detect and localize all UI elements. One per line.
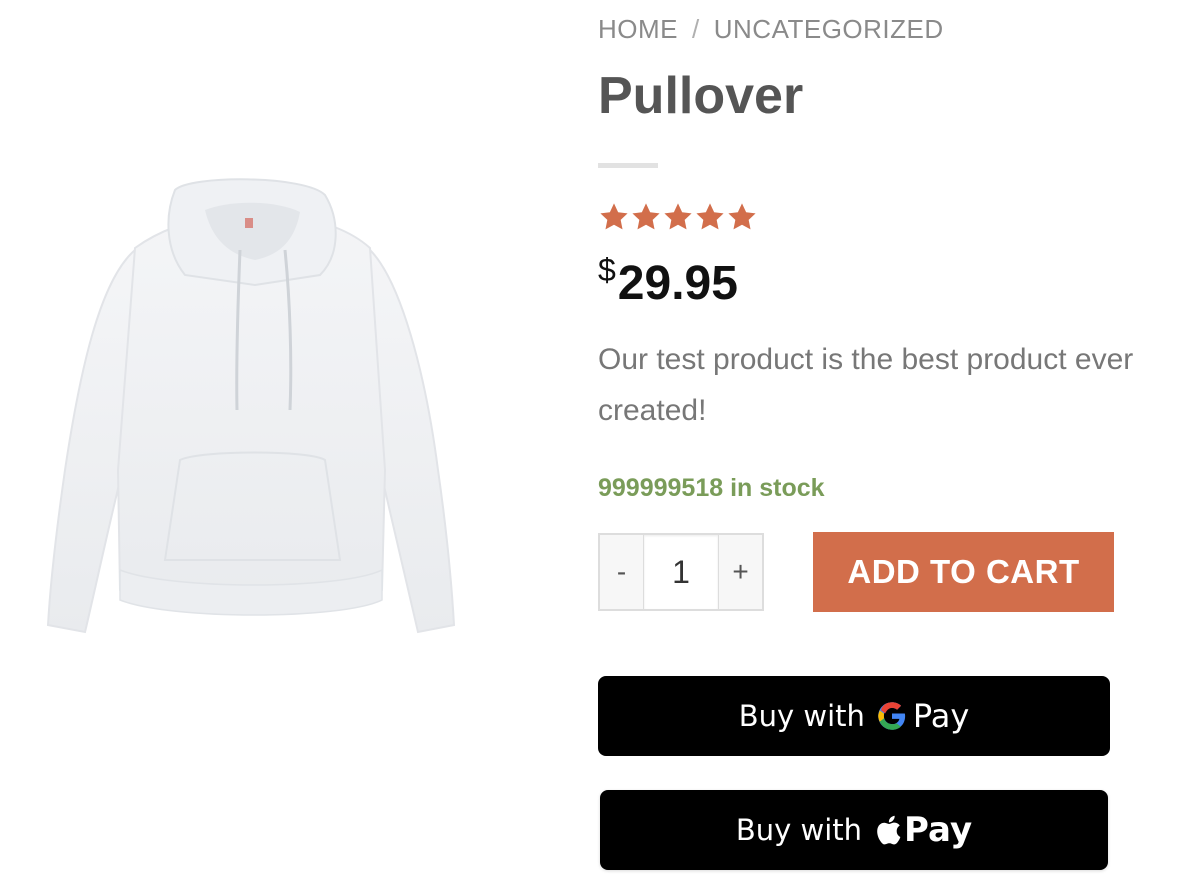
quantity-increase-button[interactable]: +	[718, 533, 764, 611]
star-icon	[632, 203, 660, 230]
quantity-input[interactable]	[644, 533, 718, 611]
apple-logo-icon	[877, 815, 901, 845]
google-pay-word: Pay	[912, 697, 970, 735]
price-amount: 29.95	[617, 257, 738, 310]
star-icon	[728, 203, 756, 230]
quantity-decrease-button[interactable]: -	[598, 533, 644, 611]
currency-symbol: $	[598, 252, 616, 288]
product-gallery	[0, 0, 560, 895]
star-icon	[696, 203, 724, 230]
google-pay-brand: Pay	[877, 697, 969, 735]
google-pay-label: Buy with	[738, 699, 865, 733]
breadcrumb-separator: /	[692, 14, 700, 44]
stock-status: 999999518 in stock	[598, 474, 825, 502]
product-image[interactable]	[40, 170, 460, 645]
apple-pay-brand: Pay	[874, 810, 972, 850]
quantity-stepper: - +	[598, 533, 764, 611]
breadcrumb-home-link[interactable]: HOME	[598, 14, 678, 44]
google-g-icon	[878, 702, 906, 730]
star-icon	[600, 203, 628, 230]
google-pay-button[interactable]: Buy with Pay	[598, 676, 1110, 756]
breadcrumb: HOME / UNCATEGORIZED	[598, 14, 944, 45]
title-divider	[598, 163, 658, 168]
product-price: $29.95	[598, 252, 738, 311]
product-title: Pullover	[598, 67, 804, 125]
star-icon	[664, 203, 692, 230]
add-to-cart-button[interactable]: ADD TO CART	[813, 532, 1114, 612]
breadcrumb-category-link[interactable]: UNCATEGORIZED	[714, 14, 944, 44]
apple-pay-label: Buy with	[735, 813, 863, 847]
apple-pay-word: Pay	[904, 810, 973, 850]
star-rating[interactable]	[598, 200, 758, 234]
apple-pay-button[interactable]: Buy with Pay	[600, 790, 1108, 870]
product-description: Our test product is the best product eve…	[598, 343, 1134, 427]
